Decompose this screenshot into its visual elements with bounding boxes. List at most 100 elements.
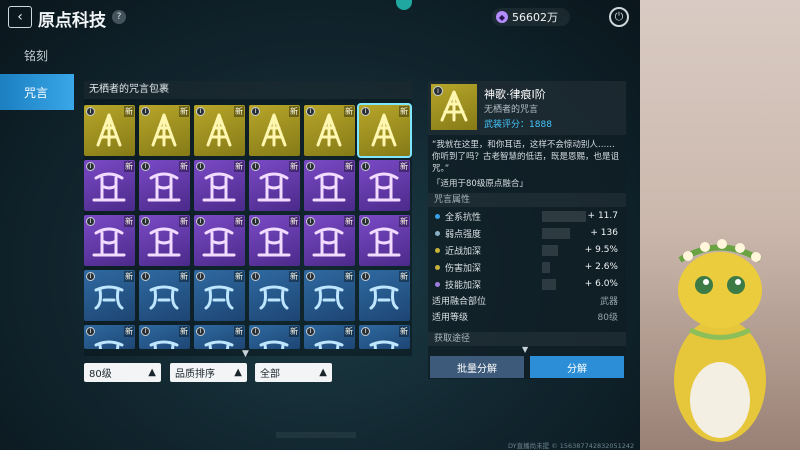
inventory-slot[interactable]: I新: [84, 215, 135, 266]
level-badge: I: [306, 327, 315, 336]
level-badge: I: [433, 86, 443, 96]
sidebar: 铭刻 咒言: [0, 40, 74, 110]
inventory-slot[interactable]: I新: [304, 325, 355, 349]
top-bar: ‹ 原点科技 ? ◆ 56602万 ⏻: [0, 0, 640, 36]
inventory-slot[interactable]: I新: [359, 270, 410, 321]
inventory-slot[interactable]: I新: [304, 215, 355, 266]
attribute-row: 伤害加深 + 2.6%: [432, 259, 622, 276]
new-badge: 新: [399, 216, 409, 227]
new-badge: 新: [124, 326, 134, 337]
new-badge: 新: [344, 216, 354, 227]
inventory-slot[interactable]: I新: [249, 325, 300, 349]
item-name: 神歌·律痕I阶: [484, 88, 546, 101]
currency-value: 56602万: [512, 11, 558, 24]
item-quote: “我就在这里，和你耳语，这样不会惊动别人……你听到了吗？古老智慧的低语，既是恩赐…: [432, 140, 620, 174]
level-row: 适用等级 80级: [432, 310, 622, 326]
inventory-slot[interactable]: I新: [194, 270, 245, 321]
attribute-row: 弱点强度 + 136: [432, 225, 622, 242]
new-badge: 新: [179, 326, 189, 337]
attribute-bar: [542, 245, 558, 256]
inventory-slot[interactable]: I新: [194, 215, 245, 266]
new-badge: 新: [289, 271, 299, 282]
level-badge: I: [306, 162, 315, 171]
inventory-panel: 无栖者的咒言包裹 I新I新I新I新I新I新I新I新I新I新I新I新I新I新I新I…: [84, 81, 412, 356]
level-badge: I: [86, 162, 95, 171]
attribute-dot-icon: [435, 214, 440, 219]
item-score: 武装评分：1888: [484, 117, 552, 130]
footer-bar: [276, 432, 356, 438]
attribute-dot-icon: [435, 231, 440, 236]
fusion-slot-label: 适用融合部位: [432, 297, 487, 307]
new-badge: 新: [124, 216, 134, 227]
power-icon[interactable]: ⏻: [609, 7, 629, 27]
back-button[interactable]: ‹: [8, 6, 32, 28]
inventory-slot[interactable]: I新: [357, 103, 412, 158]
inventory-slot[interactable]: I新: [84, 325, 135, 349]
new-badge: 新: [124, 106, 134, 117]
attr-section-title: 咒言属性: [428, 193, 626, 207]
sidebar-item-spell[interactable]: 咒言: [0, 74, 74, 110]
attribute-name: 近战加深: [445, 247, 482, 257]
currency-display: ◆ 56602万: [492, 8, 570, 26]
inventory-slot[interactable]: I新: [359, 215, 410, 266]
inventory-slot[interactable]: I新: [359, 160, 410, 211]
inventory-slot[interactable]: I新: [139, 160, 190, 211]
category-filter[interactable]: 全部 ▲: [255, 363, 332, 382]
attribute-bar: [542, 228, 570, 239]
level-filter[interactable]: 80级 ▲: [84, 363, 161, 382]
new-badge: 新: [124, 271, 134, 282]
new-badge: 新: [234, 271, 244, 282]
attribute-value: + 11.7: [587, 211, 618, 221]
level-badge: I: [141, 217, 150, 226]
level-badge: I: [196, 162, 205, 171]
inventory-slot[interactable]: I新: [139, 270, 190, 321]
level-badge: I: [306, 217, 315, 226]
new-badge: 新: [179, 161, 189, 172]
inventory-slot[interactable]: I新: [84, 270, 135, 321]
new-badge: 新: [234, 326, 244, 337]
fusion-slot-row: 适用融合部位 武器: [432, 294, 622, 310]
inventory-slot[interactable]: I新: [194, 105, 245, 156]
sort-filter[interactable]: 品质排序 ▲: [170, 363, 247, 382]
inventory-slot[interactable]: I新: [359, 325, 410, 349]
inventory-slot[interactable]: I新: [304, 270, 355, 321]
attribute-list: 全系抗性 + 11.7 弱点强度 + 136 近战加深 + 9.5% 伤害加深 + 2.6% 技…: [432, 208, 622, 293]
inventory-slot[interactable]: I新: [249, 270, 300, 321]
inventory-slot[interactable]: I新: [304, 160, 355, 211]
new-badge: 新: [399, 271, 409, 282]
inventory-slot[interactable]: I新: [304, 105, 355, 156]
back-icon: ‹: [17, 9, 23, 25]
batch-decompose-button[interactable]: 批量分解: [430, 356, 524, 378]
inventory-slot[interactable]: I新: [194, 325, 245, 349]
stream-id: DY直播尚未提 © 156387742832051242: [508, 442, 635, 450]
attribute-name: 技能加深: [445, 281, 482, 291]
decompose-button[interactable]: 分解: [530, 356, 624, 378]
inventory-slot[interactable]: I新: [194, 160, 245, 211]
inventory-slot[interactable]: I新: [249, 215, 300, 266]
new-badge: 新: [179, 271, 189, 282]
attribute-value: + 9.5%: [584, 245, 618, 255]
level-badge: I: [86, 327, 95, 336]
attribute-dot-icon: [435, 248, 440, 253]
coin-icon: ◆: [496, 11, 508, 23]
inventory-slot[interactable]: I新: [139, 105, 190, 156]
level-filter-label: 80级: [89, 369, 112, 380]
new-badge: 新: [289, 216, 299, 227]
inventory-slot[interactable]: I新: [139, 325, 190, 349]
level-badge: I: [141, 327, 150, 336]
score-label: 武装评分：: [484, 120, 530, 130]
help-icon[interactable]: ?: [112, 10, 126, 24]
sidebar-item-inscription[interactable]: 铭刻: [0, 40, 74, 70]
new-badge: 新: [344, 271, 354, 282]
new-badge: 新: [399, 106, 409, 117]
inventory-slot[interactable]: I新: [249, 105, 300, 156]
level-badge: I: [306, 272, 315, 281]
category-filter-label: 全部: [260, 369, 280, 380]
inventory-slot[interactable]: I新: [84, 160, 135, 211]
inventory-slot[interactable]: I新: [84, 105, 135, 156]
new-badge: 新: [289, 326, 299, 337]
level-badge: I: [86, 107, 95, 116]
inventory-slot[interactable]: I新: [249, 160, 300, 211]
inventory-slot[interactable]: I新: [139, 215, 190, 266]
chevron-down-icon: ▼: [522, 345, 529, 354]
